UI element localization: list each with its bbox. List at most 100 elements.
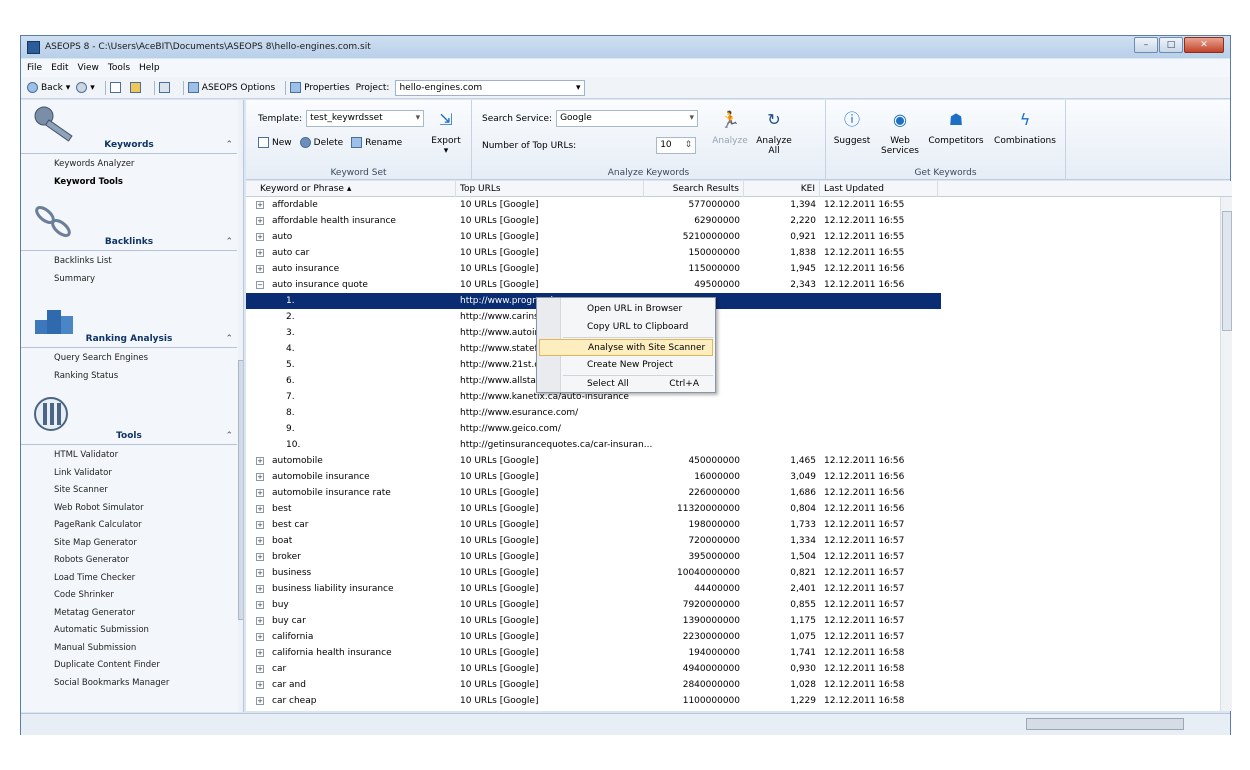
url-row[interactable]: 9. http://www.geico.com/ [246, 421, 1211, 437]
sidebar-scroll-thumb[interactable] [238, 360, 243, 620]
sidebar-item-social-bookmarks-manager[interactable]: Social Bookmarks Manager [21, 675, 243, 693]
sidebar-item-ranking-status[interactable]: Ranking Status [21, 368, 243, 386]
save-button[interactable] [158, 82, 173, 93]
sidebar-item-manual-submission[interactable]: Manual Submission [21, 640, 243, 658]
export-button[interactable]: ⇲ Export ▾ [426, 108, 466, 157]
sidebar-item-keywords-analyzer[interactable]: Keywords Analyzer [21, 156, 243, 174]
column-header-search-results[interactable]: Search Results [644, 181, 744, 197]
keyword-row[interactable]: + car 10 URLs [Google] 4940000000 0,930 12.12… [246, 661, 1211, 677]
grid-scroll-thumb[interactable] [1222, 211, 1232, 331]
competitors-button[interactable]: ☗ Competitors [926, 108, 986, 147]
close-button[interactable]: ✕ [1184, 37, 1224, 53]
keyword-row[interactable]: + automobile 10 URLs [Google] 450000000 1,46… [246, 453, 1211, 469]
url-row[interactable]: 10. http://getinsurancequotes.ca/car-insu… [246, 437, 1211, 453]
minimize-button[interactable]: – [1134, 37, 1158, 53]
column-header-kei[interactable]: KEI [744, 181, 820, 197]
keyword-row[interactable]: + buy 10 URLs [Google] 7920000000 0,855 12.12… [246, 597, 1211, 613]
url-row[interactable]: 6. http://www.allstate.com [246, 373, 1211, 389]
expand-toggle-icon[interactable]: + [256, 249, 264, 257]
keyword-row[interactable]: + car and 10 URLs [Google] 2840000000 1,028 1… [246, 677, 1211, 693]
keyword-row[interactable]: + california 10 URLs [Google] 2230000000 1,0… [246, 629, 1211, 645]
expand-toggle-icon[interactable]: + [256, 601, 264, 609]
url-row[interactable]: 4. http://www.statefarm.c [246, 341, 1211, 357]
sidebar-item-backlinks-list[interactable]: Backlinks List [21, 253, 243, 271]
menu-file[interactable]: File [27, 63, 42, 73]
properties-button[interactable]: Properties [290, 82, 350, 93]
expand-toggle-icon[interactable]: + [256, 473, 264, 481]
keyword-row[interactable]: + auto car 10 URLs [Google] 150000000 1,838 1… [246, 245, 1211, 261]
keyword-row[interactable]: + boat 10 URLs [Google] 720000000 1,334 12.12… [246, 533, 1211, 549]
new-project-button[interactable] [109, 82, 124, 93]
menu-tools[interactable]: Tools [108, 63, 130, 73]
keyword-row[interactable]: + business liability insurance 10 URLs [Go… [246, 581, 1211, 597]
keyword-row[interactable]: + auto 10 URLs [Google] 5210000000 0,921 12.1… [246, 229, 1211, 245]
sidebar-item-robots-generator[interactable]: Robots Generator [21, 552, 243, 570]
menu-view[interactable]: View [78, 63, 99, 73]
section-header-keywords[interactable]: Keywords ⌃ [21, 140, 237, 154]
menu-copy-url-to-clipboard[interactable]: Copy URL to Clipboard [539, 319, 713, 336]
top-urls-stepper[interactable]: 10 ⇕ [656, 137, 697, 154]
sidebar-item-code-shrinker[interactable]: Code Shrinker [21, 587, 243, 605]
rename-keyword-set-button[interactable]: Rename [351, 137, 402, 148]
keyword-row[interactable]: + california health insurance 10 URLs [Goo… [246, 645, 1211, 661]
sidebar-item-summary[interactable]: Summary [21, 271, 243, 289]
expand-toggle-icon[interactable]: + [256, 505, 264, 513]
keyword-row[interactable]: + car cheap 10 URLs [Google] 1100000000 1,22… [246, 693, 1211, 709]
keyword-row[interactable]: + automobile insurance 10 URLs [Google] 160… [246, 469, 1211, 485]
suggest-button[interactable]: ⓘ Suggest [828, 108, 876, 147]
expand-toggle-icon[interactable]: + [256, 569, 264, 577]
sidebar-item-site-scanner[interactable]: Site Scanner [21, 482, 243, 500]
url-row[interactable]: 7. http://www.kanetix.ca/auto-insurance [246, 389, 1211, 405]
expand-toggle-icon[interactable]: + [256, 649, 264, 657]
sidebar-item-automatic-submission[interactable]: Automatic Submission [21, 622, 243, 640]
expand-toggle-icon[interactable]: + [256, 553, 264, 561]
keyword-row[interactable]: + broker 10 URLs [Google] 395000000 1,504 12.… [246, 549, 1211, 565]
keyword-row[interactable]: + buy car 10 URLs [Google] 1390000000 1,175 1… [246, 613, 1211, 629]
forward-button[interactable]: ▾ [76, 82, 95, 93]
analyze-all-button[interactable]: ↻ Analyze All [754, 108, 794, 157]
keyword-row[interactable]: + auto insurance 10 URLs [Google] 115000000… [246, 261, 1211, 277]
sidebar-item-link-validator[interactable]: Link Validator [21, 465, 243, 483]
expand-toggle-icon[interactable]: + [256, 633, 264, 641]
expand-toggle-icon[interactable]: + [256, 537, 264, 545]
expand-toggle-icon[interactable]: + [256, 697, 264, 705]
sidebar-scrollbar[interactable] [238, 100, 243, 712]
section-header-tools[interactable]: Tools ⌃ [21, 431, 237, 445]
search-service-select[interactable]: Google ▾ [556, 110, 699, 127]
expand-toggle-icon[interactable]: + [256, 265, 264, 273]
open-project-button[interactable] [129, 82, 144, 93]
column-header-last-updated[interactable]: Last Updated [820, 181, 938, 197]
sidebar-item-site-map-generator[interactable]: Site Map Generator [21, 535, 243, 553]
url-row[interactable]: 5. http://www.21st.com/ [246, 357, 1211, 373]
url-row[interactable]: 3. http://www.autoinsurar [246, 325, 1211, 341]
back-button[interactable]: Back ▾ [27, 82, 70, 93]
url-row[interactable]: 8. http://www.esurance.com/ [246, 405, 1211, 421]
sidebar-item-keyword-tools[interactable]: Keyword Tools [21, 174, 243, 192]
expand-toggle-icon[interactable]: + [256, 217, 264, 225]
expand-toggle-icon[interactable]: + [256, 665, 264, 673]
expand-toggle-icon[interactable]: + [256, 681, 264, 689]
menu-help[interactable]: Help [139, 63, 160, 73]
web-services-button[interactable]: ◉ Web Services [876, 108, 924, 157]
keyword-row[interactable]: − auto insurance quote 10 URLs [Google] 495… [246, 277, 1211, 293]
menu-select-all[interactable]: Select All Ctrl+A [539, 376, 713, 393]
keyword-row[interactable]: + business 10 URLs [Google] 10040000000 0,82… [246, 565, 1211, 581]
sidebar-item-duplicate-content-finder[interactable]: Duplicate Content Finder [21, 657, 243, 675]
menu-open-url-in-browser[interactable]: Open URL in Browser [539, 301, 713, 318]
column-header-keyword[interactable]: Keyword or Phrase ▴ [256, 181, 456, 197]
maximize-button[interactable]: □ [1159, 37, 1183, 53]
sidebar-item-pagerank-calculator[interactable]: PageRank Calculator [21, 517, 243, 535]
menu-edit[interactable]: Edit [51, 63, 68, 73]
template-select[interactable]: test_keywrdsset ▾ [306, 110, 425, 127]
sidebar-item-metatag-generator[interactable]: Metatag Generator [21, 605, 243, 623]
keyword-row[interactable]: + best car 10 URLs [Google] 198000000 1,733 1… [246, 517, 1211, 533]
keyword-row[interactable]: + affordable 10 URLs [Google] 577000000 1,39… [246, 197, 1211, 213]
grid-scrollbar[interactable] [1220, 197, 1232, 711]
sidebar-item-query-search-engines[interactable]: Query Search Engines [21, 350, 243, 368]
menu-analyse-with-site-scanner[interactable]: Analyse with Site Scanner [539, 339, 713, 356]
expand-toggle-icon[interactable]: + [256, 521, 264, 529]
section-header-backlinks[interactable]: Backlinks ⌃ [21, 237, 237, 251]
menu-create-new-project[interactable]: Create New Project [539, 357, 713, 374]
expand-toggle-icon[interactable]: + [256, 585, 264, 593]
sidebar-item-load-time-checker[interactable]: Load Time Checker [21, 570, 243, 588]
